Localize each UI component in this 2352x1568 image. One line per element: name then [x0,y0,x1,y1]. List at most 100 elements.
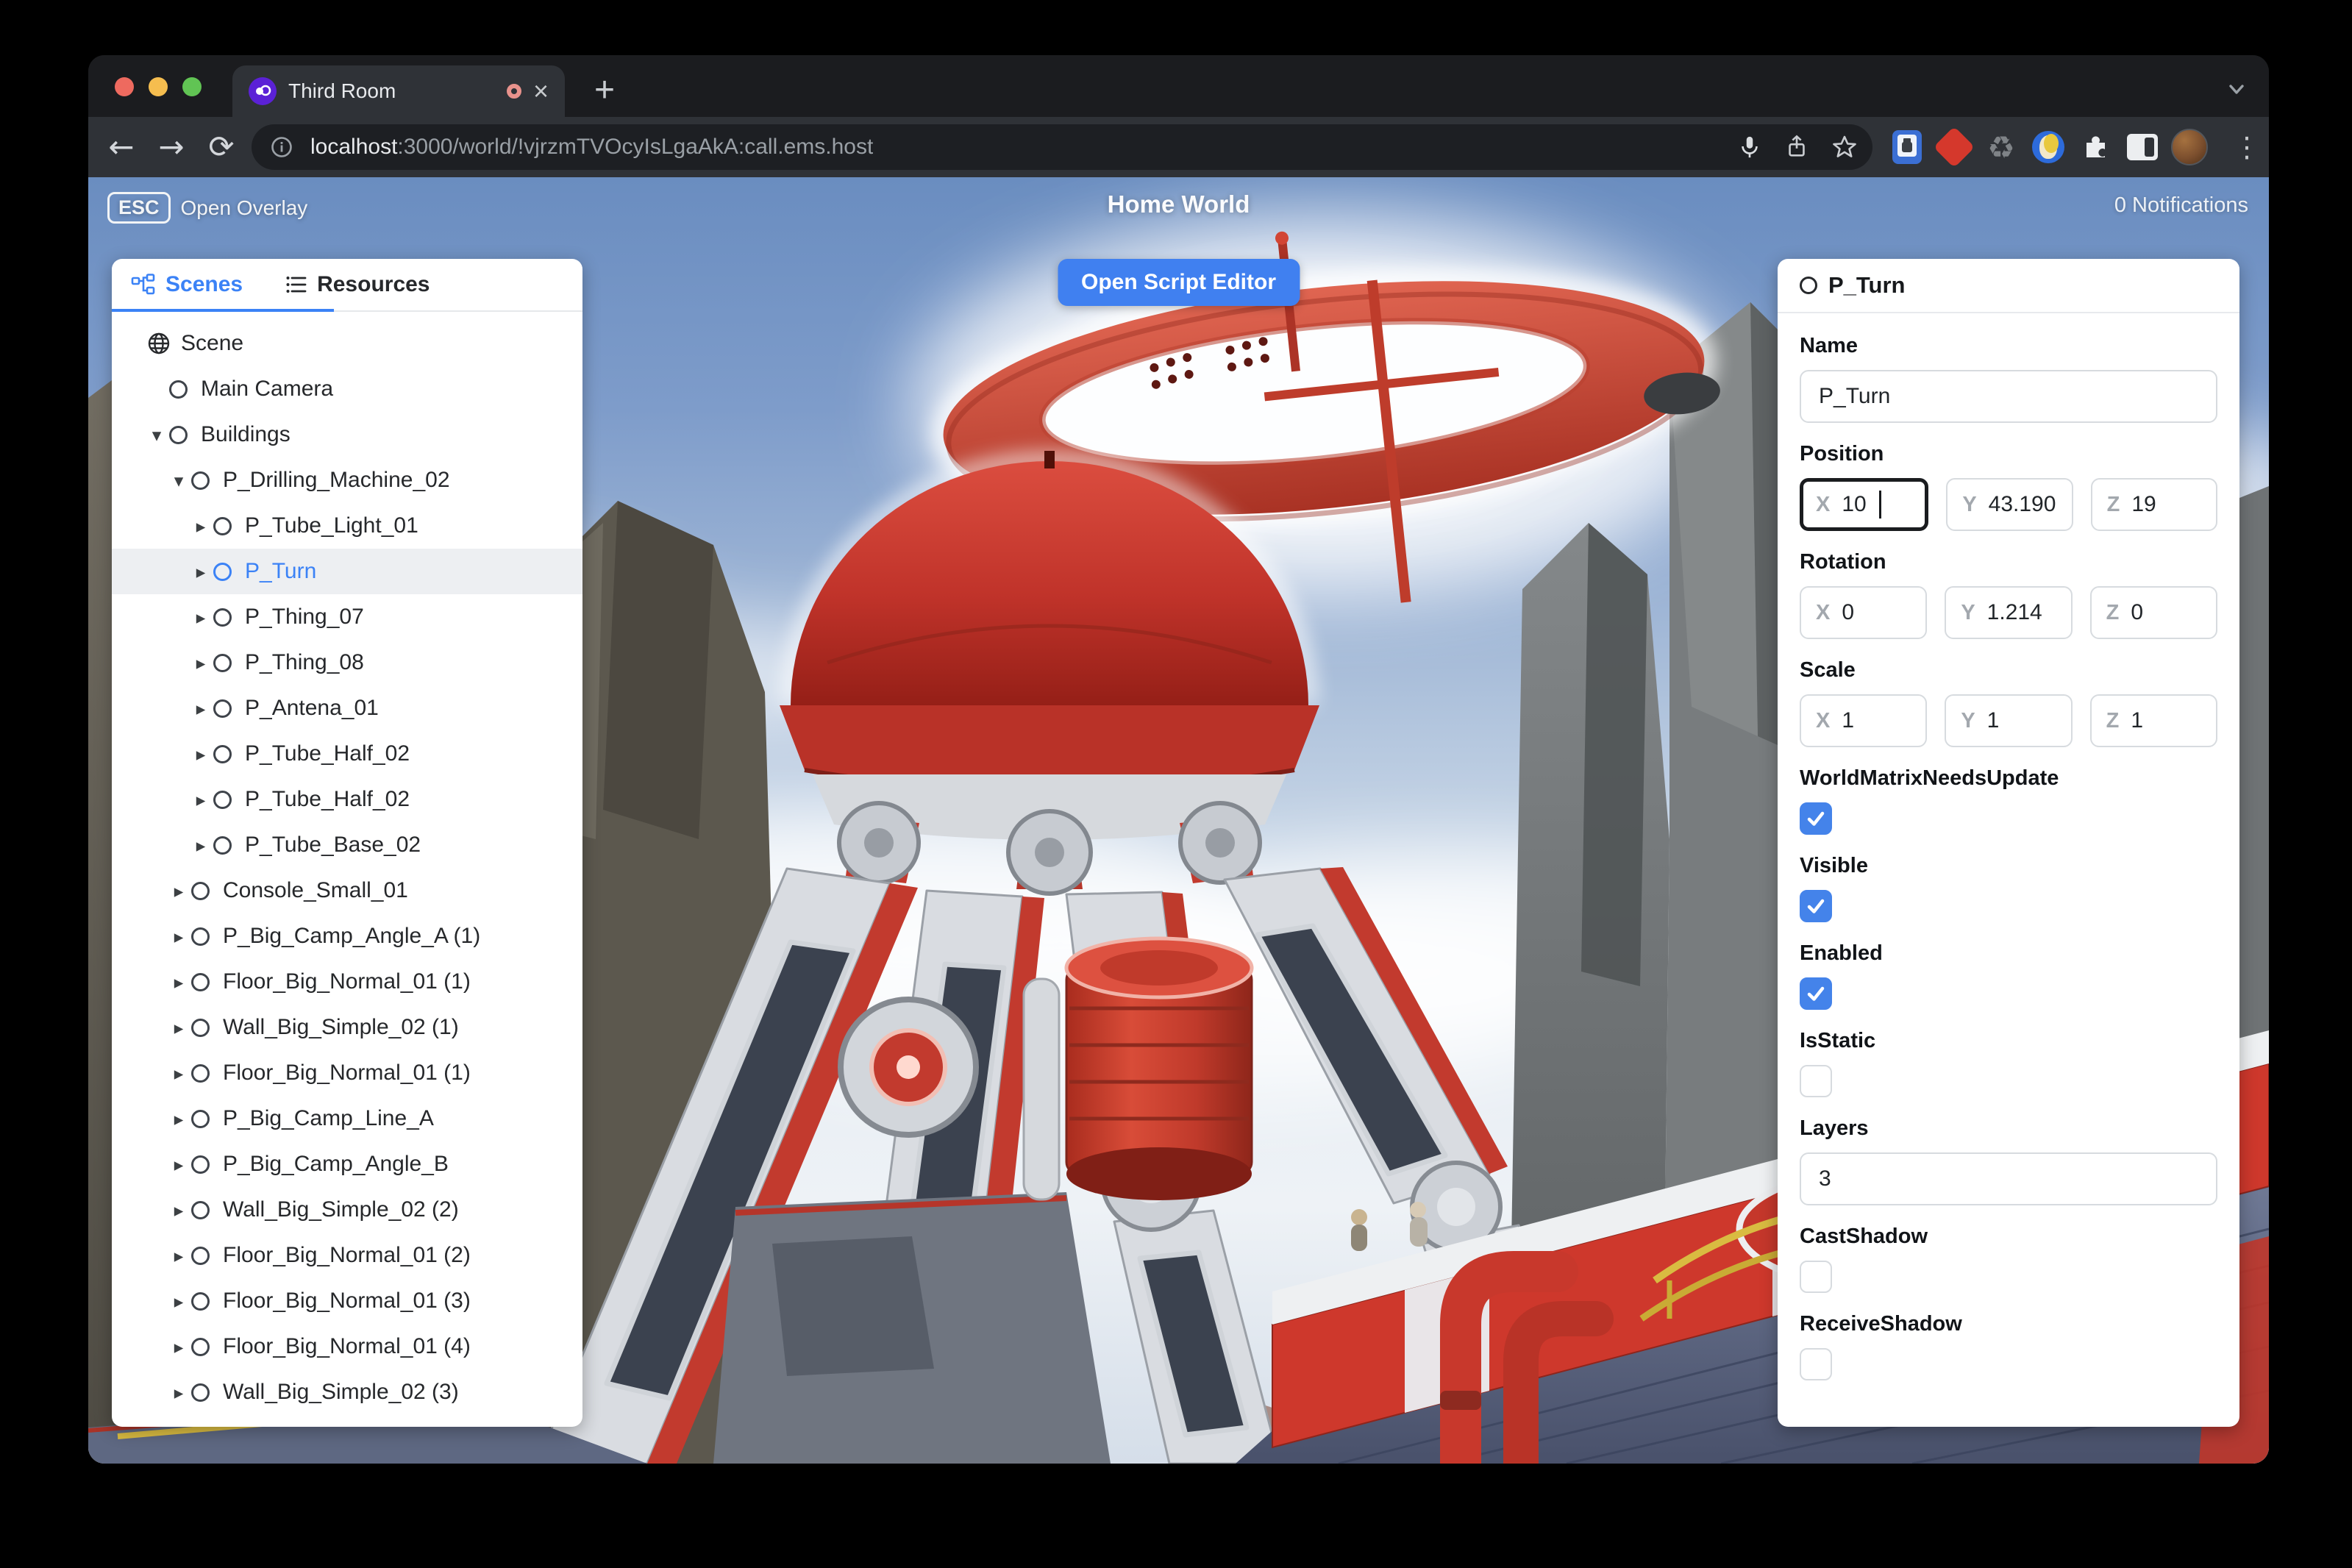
caret-icon[interactable]: ▸ [188,652,213,674]
tree-item[interactable]: ▸ Wall_Big_Simple_02 (2) [112,1187,582,1233]
scale-inputs: X 1 Y 1 Z 1 [1800,694,2217,747]
enabled-checkbox[interactable] [1800,977,1832,1010]
caret-icon[interactable]: ▸ [166,1291,191,1312]
tree-item[interactable]: Main Camera [112,366,582,412]
close-window-button[interactable] [115,77,134,96]
rotation-y-input[interactable]: Y 1.214 [1945,586,2073,639]
new-tab-button[interactable]: + [585,71,624,110]
caret-icon[interactable]: ▾ [166,470,191,491]
tree-item[interactable]: ▸ Wall_Big_Simple_02 (1) [112,1005,582,1050]
tab-resources-label: Resources [317,272,430,296]
reload-icon[interactable]: ⟳ [202,127,241,167]
password-manager-extension-icon[interactable] [1889,129,1925,165]
back-icon[interactable]: ← [101,127,141,167]
tree-item[interactable]: ▸ P_Big_Camp_Line_A [112,1096,582,1141]
minimize-window-button[interactable] [149,77,168,96]
worldmatrixneedsupdate-checkbox[interactable] [1800,802,1832,835]
caret-icon[interactable]: ▸ [188,744,213,765]
blue-circle-extension-icon[interactable] [2030,129,2067,165]
caret-icon[interactable]: ▸ [166,1200,191,1221]
tree-item[interactable]: ▸ P_Antena_01 [112,685,582,731]
tree-item[interactable]: ▾ Buildings [112,412,582,457]
tree-item[interactable]: ▸ Floor_Big_Normal_01 (2) [112,1233,582,1278]
tree-item[interactable]: ▸ Floor_Big_Normal_01 (3) [112,1278,582,1324]
caret-icon[interactable]: ▸ [188,835,213,856]
check-icon [1807,986,1825,1001]
extensions-puzzle-icon[interactable] [2077,129,2114,165]
caret-icon[interactable]: ▸ [166,972,191,993]
open-script-editor-button[interactable]: Open Script Editor [1057,259,1300,306]
tree-item[interactable]: ▾ P_Drilling_Machine_02 [112,457,582,503]
tree-item[interactable]: ▸ Floor_Big_Normal_01 (1) [112,959,582,1005]
world-viewport[interactable]: ESC Open Overlay Home World 0 Notificati… [88,177,2269,1464]
position-z-input[interactable]: Z 19 [2090,478,2217,531]
forward-icon[interactable]: → [152,127,191,167]
tree-item[interactable]: Scene [112,321,582,366]
layers-input[interactable]: 3 [1800,1152,2217,1205]
bookmark-star-icon[interactable] [1831,134,1858,160]
browser-menu-icon[interactable]: ⋮ [2231,127,2263,167]
tree-item[interactable]: ▸ P_Tube_Base_02 [112,822,582,868]
side-panel-icon[interactable] [2124,129,2161,165]
isstatic-checkbox[interactable] [1800,1065,1832,1097]
profile-avatar[interactable] [2171,129,2208,165]
site-info-icon[interactable] [269,135,294,160]
tree-item[interactable]: ▸ P_Thing_07 [112,594,582,640]
caret-icon[interactable]: ▸ [166,926,191,947]
tree-item[interactable]: ▸ Console_Small_01 [112,868,582,913]
scale-z-input[interactable]: Z 1 [2089,694,2217,747]
visible-label: Visible [1800,854,1868,877]
position-inputs: X 10 Y 43.190 Z 19 [1800,478,2217,531]
browser-tab[interactable]: Third Room × [232,65,565,117]
scale-y-input[interactable]: Y 1 [1945,694,2073,747]
caret-icon[interactable]: ▸ [166,1336,191,1358]
tree-item[interactable]: ▸ P_Thing_08 [112,640,582,685]
tree-item[interactable]: ▸ P_Tube_Half_02 [112,731,582,777]
tree-item[interactable]: ▸ Floor_Big_Normal_01 (4) [112,1324,582,1369]
position-label: Position [1800,442,1884,466]
caret-icon[interactable]: ▸ [166,1245,191,1266]
maximize-window-button[interactable] [182,77,202,96]
microphone-icon[interactable] [1737,135,1762,160]
castshadow-checkbox[interactable] [1800,1261,1832,1293]
entity-icon [213,653,232,672]
recycle-extension-icon[interactable]: ♻ [1983,129,2020,165]
caret-icon[interactable]: ▸ [188,561,213,582]
caret-icon[interactable]: ▸ [188,607,213,628]
caret-icon[interactable]: ▸ [166,1063,191,1084]
caret-icon[interactable]: ▸ [166,1382,191,1403]
caret-icon[interactable]: ▸ [188,789,213,810]
tab-resources[interactable]: Resources [285,272,430,297]
red-extension-icon[interactable] [1933,126,1975,168]
receiveshadow-checkbox[interactable] [1800,1348,1832,1380]
caret-icon[interactable]: ▸ [166,1017,191,1038]
entity-icon [191,927,210,946]
position-x-input[interactable]: X 10 [1800,478,1929,531]
tree-item[interactable]: ▸ Wall_Big_Simple_02 (3) [112,1369,582,1415]
tree-item[interactable]: ▸ Floor_Big_Normal_01 (1) [112,1050,582,1096]
rotation-z-input[interactable]: Z 0 [2089,586,2217,639]
notifications-count[interactable]: 0 Notifications [2114,193,2248,218]
tree-item[interactable]: ▸ P_Tube_Half_02 [112,777,582,822]
position-y-input[interactable]: Y 43.190 [1946,478,2073,531]
caret-icon[interactable]: ▸ [188,698,213,719]
tree-item[interactable]: ▸ P_Big_Camp_Angle_A (1) [112,913,582,959]
caret-icon[interactable]: ▸ [166,1154,191,1175]
caret-icon[interactable]: ▸ [166,880,191,902]
caret-icon[interactable]: ▸ [166,1108,191,1130]
chevron-down-icon[interactable] [2223,76,2250,102]
tree-item[interactable]: ▸ P_Tube_Light_01 [112,503,582,549]
rotation-x-input[interactable]: X 0 [1800,586,1928,639]
tree-item[interactable]: ▸ P_Big_Camp_Angle_B [112,1141,582,1187]
tree-item[interactable]: ▸ P_Turn [112,549,582,594]
tab-scenes[interactable]: Scenes [131,272,243,297]
scale-x-input[interactable]: X 1 [1800,694,1928,747]
caret-icon[interactable]: ▸ [188,516,213,537]
check-icon [1807,899,1825,913]
share-icon[interactable] [1784,135,1809,160]
visible-checkbox[interactable] [1800,890,1832,922]
address-bar[interactable]: localhost:3000/world/!vjrzmTVOcyIsLgaAkA… [252,124,1872,170]
name-input[interactable] [1800,370,2217,423]
caret-icon[interactable]: ▾ [144,424,169,446]
close-tab-icon[interactable]: × [533,78,549,104]
